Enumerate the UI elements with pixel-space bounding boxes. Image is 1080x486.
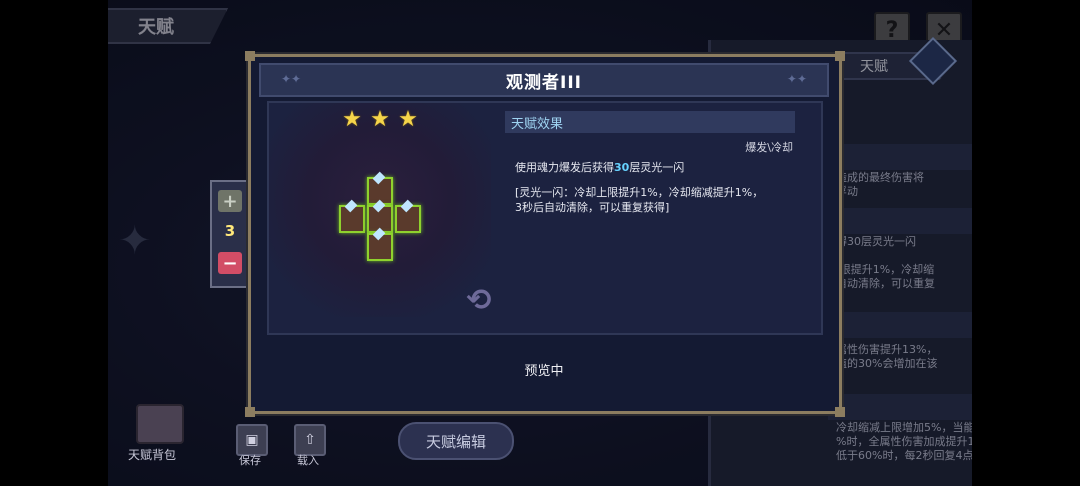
floppy-icon: ▣ xyxy=(245,432,259,448)
star-icon: ★ xyxy=(370,107,390,132)
modal-title: 观测者III xyxy=(506,72,582,93)
preview-label: 预览中 xyxy=(524,363,564,379)
talent-bag-label: 天赋背包 xyxy=(128,448,177,462)
star-rating: ★ ★ ★ xyxy=(341,109,419,131)
talent-edit-button[interactable]: 天赋编辑 xyxy=(398,422,514,460)
preview-area: 预览中 xyxy=(259,335,829,403)
effect-detail-line: [灵光一闪：冷却上限提升1%，冷却缩减提升1%， xyxy=(515,186,764,199)
increment-button[interactable]: + xyxy=(218,190,242,212)
refresh-icon[interactable]: ⟲ xyxy=(461,283,497,319)
sparkle-icon: ✦✦ xyxy=(281,72,302,86)
crystal-node-icon xyxy=(339,205,365,233)
effect-description: 使用魂力爆发后获得30层灵光一闪 xyxy=(515,159,785,175)
decrement-button[interactable]: − xyxy=(218,252,242,274)
crystal-node-icon xyxy=(367,233,393,261)
effect-detail: [灵光一闪：冷却上限提升1%，冷却缩减提升1%， 3秒后自动清除，可以重复获得] xyxy=(515,185,791,215)
frame-corner xyxy=(835,407,845,417)
sparkle-icon: ✦✦ xyxy=(786,72,807,86)
plus-icon: + xyxy=(222,190,238,212)
desc-highlight: 30 xyxy=(614,161,630,174)
save-label: 保存 xyxy=(239,454,261,467)
effect-header: 天赋效果 xyxy=(505,111,795,133)
desc-prefix: 使用魂力爆发后获得 xyxy=(515,161,614,174)
level-stepper: + 3 − xyxy=(210,180,248,288)
frame-corner xyxy=(245,51,255,61)
effect-detail-line: 3秒后自动清除，可以重复获得] xyxy=(515,201,670,214)
desc-suffix: 层灵光一闪 xyxy=(629,161,685,174)
frame-corner xyxy=(835,51,845,61)
star-icon: ★ xyxy=(398,107,418,132)
talent-artwork: ★ ★ ★ xyxy=(269,103,491,317)
crystal-node-icon xyxy=(395,205,421,233)
talent-modal: ✦✦ 观测者III ✦✦ ★ ★ ★ ⟲ 天赋效果 爆发\冷却 使用魂力爆发后获… xyxy=(245,51,845,417)
frame-corner xyxy=(245,407,255,417)
game-screen: 天赋 ✦ ✦ ? ✕ 天赋 ! 造成的最终伤害将浮动得30层灵光一闪:限提升1%… xyxy=(108,0,972,486)
load-label: 载入 xyxy=(297,454,319,467)
talent-tags: 爆发\冷却 xyxy=(745,141,793,154)
modal-title-bar: ✦✦ 观测者III ✦✦ xyxy=(259,63,829,97)
upload-icon: ⇧ xyxy=(304,432,316,448)
effect-header-label: 天赋效果 xyxy=(511,116,564,132)
star-icon: ★ xyxy=(342,107,362,132)
talent-content: ★ ★ ★ ⟲ 天赋效果 爆发\冷却 使用魂力爆发后获得30层灵光一闪 [灵光一… xyxy=(267,101,823,335)
talent-bag-icon[interactable] xyxy=(136,404,184,444)
minus-icon: − xyxy=(222,252,238,274)
talent-edit-label: 天赋编辑 xyxy=(425,432,486,451)
level-value: 3 xyxy=(224,222,236,240)
